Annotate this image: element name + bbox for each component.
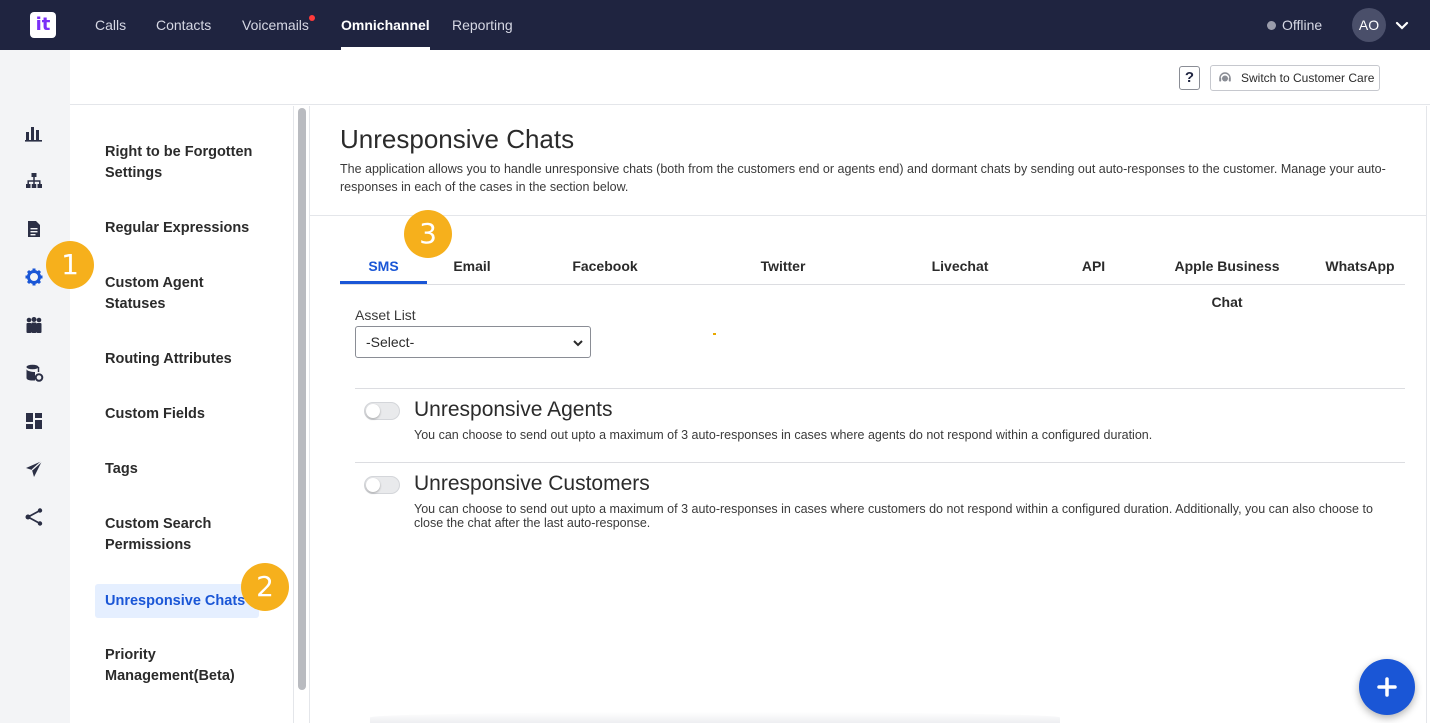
tab-twitter[interactable]: Twitter: [748, 248, 818, 284]
settings-item-custom-search-permissions[interactable]: Custom Search Permissions: [105, 514, 235, 556]
settings-item-regular-expressions[interactable]: Regular Expressions: [105, 218, 285, 239]
nav-voicemails[interactable]: Voicemails: [242, 0, 315, 50]
chevron-down-icon[interactable]: [1394, 17, 1410, 33]
share-icon[interactable]: [24, 507, 44, 527]
settings-item-custom-fields[interactable]: Custom Fields: [105, 404, 285, 425]
step-badge-3: 3: [404, 210, 452, 258]
step-badge-1: 1: [46, 241, 94, 289]
toggle-knob: [366, 404, 380, 418]
tab-whatsapp[interactable]: WhatsApp: [1324, 248, 1396, 284]
unresponsive-customers-description: You can choose to send out upto a maximu…: [414, 502, 1373, 530]
settings-item-right-to-be-forgotten[interactable]: Right to be Forgotten Settings: [105, 142, 285, 184]
app-logo[interactable]: it: [30, 12, 56, 38]
settings-gear-icon[interactable]: [24, 267, 44, 287]
tab-facebook[interactable]: Facebook: [564, 248, 646, 284]
org-chart-icon[interactable]: [24, 171, 44, 191]
plus-icon: [1377, 677, 1397, 697]
divider: [310, 215, 1426, 216]
agent-status[interactable]: Offline: [1267, 0, 1322, 50]
nav-voicemails-label: Voicemails: [242, 17, 309, 33]
switch-to-customer-care-button[interactable]: Switch to Customer Care: [1210, 65, 1380, 91]
unresponsive-agents-title: Unresponsive Agents: [414, 398, 613, 421]
unresponsive-agents-toggle[interactable]: [364, 402, 400, 420]
switch-label: Switch to Customer Care: [1241, 71, 1375, 85]
asset-list-label: Asset List: [355, 307, 416, 323]
database-settings-icon[interactable]: [24, 363, 44, 383]
page-description: The application allows you to handle unr…: [340, 162, 1386, 194]
nav-reporting[interactable]: Reporting: [452, 0, 513, 50]
bottom-shadow: [370, 712, 1060, 723]
status-label: Offline: [1282, 17, 1323, 33]
asset-list-value: -Select-: [366, 334, 415, 350]
nav-calls[interactable]: Calls: [95, 0, 126, 50]
customer-care-icon: [1219, 72, 1231, 82]
document-icon[interactable]: [24, 219, 44, 239]
tab-email[interactable]: Email: [443, 248, 501, 284]
send-icon[interactable]: [24, 459, 44, 479]
settings-sidebar: Right to be Forgotten Settings Regular E…: [70, 106, 294, 723]
tab-livechat[interactable]: Livechat: [925, 248, 995, 284]
settings-item-routing-attributes[interactable]: Routing Attributes: [105, 349, 285, 370]
unresponsive-agents-description: You can choose to send out upto a maximu…: [414, 428, 1153, 442]
channel-tabs: SMS Email Facebook Twitter Livechat API …: [340, 248, 1405, 310]
top-navigation-bar: it Calls Contacts Voicemails Omnichannel…: [0, 0, 1430, 50]
decorative-dot: [713, 333, 716, 335]
help-button[interactable]: ?: [1179, 66, 1200, 90]
left-icon-rail: [0, 50, 70, 723]
chevron-down-icon: [573, 340, 583, 347]
unresponsive-customers-toggle[interactable]: [364, 476, 400, 494]
settings-item-unresponsive-chats[interactable]: Unresponsive Chats: [95, 584, 259, 618]
page-title: Unresponsive Chats: [340, 124, 575, 154]
section-divider: [355, 462, 1405, 463]
section-divider: [355, 388, 1405, 389]
tab-api[interactable]: API: [1075, 248, 1112, 284]
unresponsive-customers-title: Unresponsive Customers: [414, 472, 650, 495]
notification-dot: [308, 15, 315, 21]
dashboard-icon[interactable]: [24, 411, 44, 431]
toggle-knob: [366, 478, 380, 492]
step-badge-2: 2: [241, 563, 289, 611]
settings-item-custom-agent-statuses[interactable]: Custom Agent Statuses: [105, 273, 225, 315]
status-dot-icon: [1267, 20, 1276, 30]
settings-item-priority-management[interactable]: Priority Management(Beta): [105, 645, 255, 687]
bar-chart-icon[interactable]: [24, 123, 44, 143]
tab-apple-business-chat[interactable]: Apple Business Chat: [1158, 248, 1296, 310]
avatar[interactable]: AO: [1352, 8, 1386, 42]
team-icon[interactable]: [24, 315, 44, 335]
asset-list-select[interactable]: -Select-: [355, 326, 591, 358]
nav-contacts[interactable]: Contacts: [156, 0, 211, 50]
add-button[interactable]: [1359, 659, 1415, 715]
sidebar-scrollbar-thumb[interactable]: [298, 108, 306, 690]
nav-omnichannel[interactable]: Omnichannel: [341, 0, 430, 50]
settings-item-tags[interactable]: Tags: [105, 459, 285, 480]
